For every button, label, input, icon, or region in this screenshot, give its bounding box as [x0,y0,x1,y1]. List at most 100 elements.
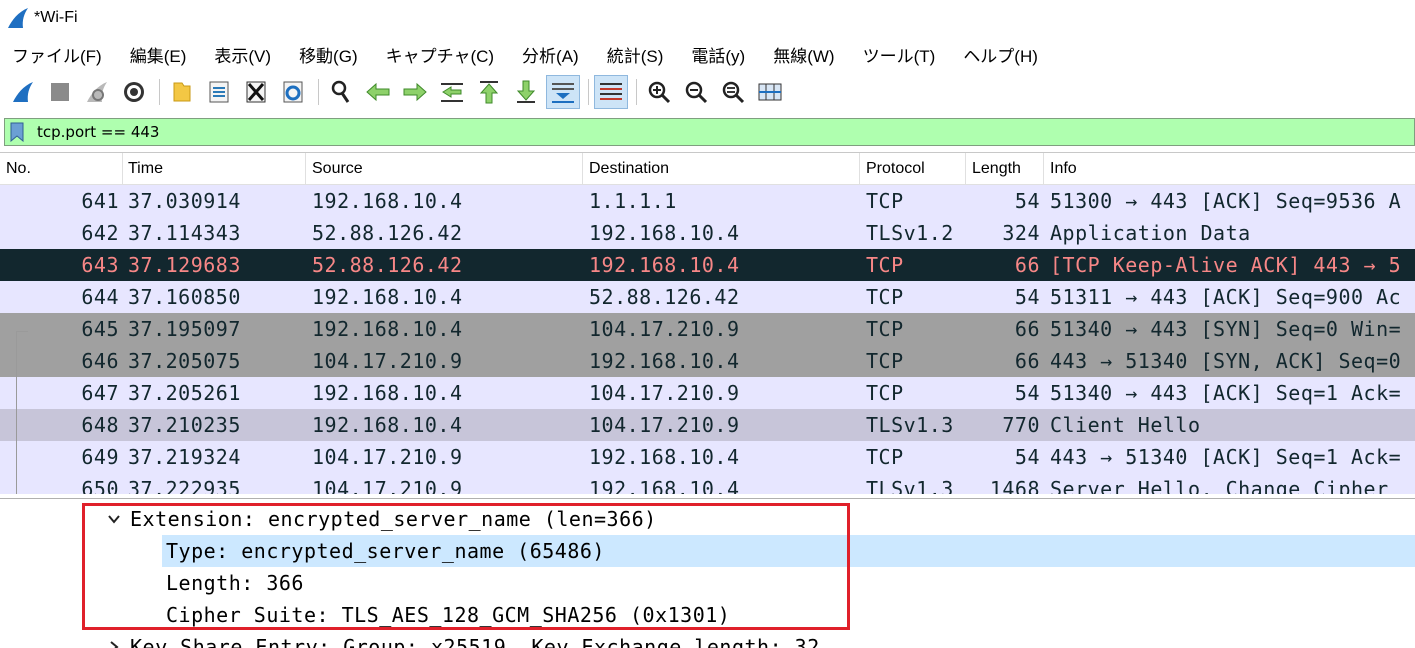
menu-file[interactable]: ファイル(F) [12,42,102,67]
packet-rows: 641 37.030914 192.168.10.4 1.1.1.1 TCP 54 5130… [0,185,1415,494]
details-tree-item[interactable]: Type: encrypted_server_name (65486) [162,535,1415,567]
stop-capture-button[interactable] [43,75,77,109]
menu-capture[interactable]: キャプチャ(C) [386,42,494,67]
details-tree-item[interactable]: Extension: encrypted_server_name (len=36… [104,503,657,535]
cell-info: Server Hello, Change Cipher [1050,477,1389,494]
cell-protocol: TCP [866,349,904,373]
reload-file-button[interactable] [276,75,310,109]
packet-list: No. Time Source Destination Protocol Len… [0,152,1415,494]
cell-protocol: TCP [866,189,904,213]
cell-length: 54 [1014,285,1040,309]
find-packet-button[interactable] [324,75,358,109]
packet-row[interactable]: 644 37.160850 192.168.10.4 52.88.126.42 TCP 5… [0,281,1415,313]
cell-info: [TCP Keep-Alive ACK] 443 → 5 [1050,253,1402,277]
restart-fin-icon [87,82,107,102]
find-packet-icon [331,80,350,103]
packet-list-header: No. Time Source Destination Protocol Len… [0,153,1415,185]
toolbar-separator [636,79,637,105]
capture-options-button[interactable] [117,75,151,109]
menu-help[interactable]: ヘルプ(H) [963,42,1038,67]
go-back-icon [366,82,390,102]
cell-no: 648 [81,413,119,437]
menu-tools[interactable]: ツール(T) [863,42,936,67]
go-to-packet-icon [441,83,463,102]
column-header-length[interactable]: Length [966,153,1044,185]
menu-edit[interactable]: 編集(E) [130,42,187,67]
first-packet-button[interactable] [472,75,506,109]
menu-wireless[interactable]: 無線(W) [773,42,834,67]
close-file-icon [246,81,266,103]
details-tree-item[interactable]: Key Share Entry: Group: x25519, Key Exch… [104,631,820,648]
column-header-no[interactable]: No. [0,153,123,185]
menu-go[interactable]: 移動(G) [299,42,358,67]
normal-size-button[interactable] [716,75,750,109]
menu-analyze[interactable]: 分析(A) [522,42,579,67]
go-forward-button[interactable] [398,75,432,109]
open-file-button[interactable] [165,75,199,109]
details-tree-item[interactable]: Length: 366 [162,567,304,599]
cell-length: 66 [1014,253,1040,277]
display-filter-input[interactable] [37,123,1337,141]
cell-protocol: TCP [866,445,904,469]
open-folder-icon [173,82,191,102]
details-item-label: Extension: encrypted_server_name (len=36… [130,507,657,531]
packet-row[interactable]: 649 37.219324 104.17.210.9 192.168.10.4 TCP 5… [0,441,1415,473]
column-header-destination[interactable]: Destination [583,153,860,185]
close-file-button[interactable] [239,75,273,109]
start-capture-button[interactable] [6,75,40,109]
cell-info: 51340 → 443 [SYN] Seq=0 Win= [1050,317,1402,341]
column-header-protocol[interactable]: Protocol [860,153,966,185]
zoom-in-icon [648,81,671,104]
cell-no: 643 [81,253,119,277]
cell-no: 641 [81,189,119,213]
packet-row[interactable]: 642 37.114343 52.88.126.42 192.168.10.4 TLSv… [0,217,1415,249]
packet-row[interactable]: 646 37.205075 104.17.210.9 192.168.10.4 TCP 6… [0,345,1415,377]
save-file-icon [209,81,229,103]
resize-columns-button[interactable] [753,75,787,109]
cell-length: 770 [1002,413,1040,437]
window-title: *Wi-Fi [34,9,78,26]
cell-destination: 192.168.10.4 [589,253,740,277]
details-item-label: Key Share Entry: Group: x25519, Key Exch… [130,635,820,648]
cell-info: 443 → 51340 [SYN, ACK] Seq=0 [1050,349,1402,373]
cell-info: 51340 → 443 [ACK] Seq=1 Ack= [1050,381,1402,405]
last-packet-button[interactable] [509,75,543,109]
conversation-bracket-line [16,331,17,494]
packet-row[interactable]: 641 37.030914 192.168.10.4 1.1.1.1 TCP 54 5130… [0,185,1415,217]
cell-info: Application Data [1050,221,1251,245]
packet-row[interactable]: 645 37.195097 192.168.10.4 104.17.210.9 TCP 6… [0,313,1415,345]
go-forward-icon [403,82,427,102]
cell-source: 192.168.10.4 [312,413,463,437]
cell-source: 52.88.126.42 [312,221,463,245]
zoom-in-button[interactable] [642,75,676,109]
shark-fin-start-icon [13,82,33,102]
restart-capture-button[interactable] [80,75,114,109]
packet-row[interactable]: 648 37.210235 192.168.10.4 104.17.210.9 TLSv… [0,409,1415,441]
cell-time: 37.205075 [128,349,241,373]
menu-view[interactable]: 表示(V) [214,42,271,67]
display-filter-bar [4,118,1415,146]
chevron-down-icon[interactable] [104,514,124,524]
menu-statistics[interactable]: 統計(S) [607,42,664,67]
filter-bookmark-button[interactable] [7,120,27,144]
save-file-button[interactable] [202,75,236,109]
menu-telephony[interactable]: 電話(y) [691,42,745,67]
column-header-source[interactable]: Source [306,153,583,185]
last-packet-icon [516,80,536,103]
chevron-right-icon[interactable] [104,640,124,648]
packet-row[interactable]: 643 37.129683 52.88.126.42 192.168.10.4 TCP 6… [0,249,1415,281]
cell-source: 192.168.10.4 [312,285,463,309]
go-back-button[interactable] [361,75,395,109]
cell-protocol: TLSv1.2 [866,221,954,245]
zoom-out-button[interactable] [679,75,713,109]
cell-length: 324 [1002,221,1040,245]
autoscroll-toggle[interactable] [546,75,580,109]
cell-source: 104.17.210.9 [312,349,463,373]
column-header-time[interactable]: Time [123,153,306,185]
colorize-toggle[interactable] [594,75,628,109]
details-tree-item[interactable]: Cipher Suite: TLS_AES_128_GCM_SHA256 (0x… [162,599,730,631]
packet-row[interactable]: 650 37.222935 104.17.210.9 192.168.10.4 TLSv… [0,473,1415,494]
go-to-packet-button[interactable] [435,75,469,109]
column-header-info[interactable]: Info [1044,153,1415,185]
packet-row[interactable]: 647 37.205261 192.168.10.4 104.17.210.9 TCP 5… [0,377,1415,409]
